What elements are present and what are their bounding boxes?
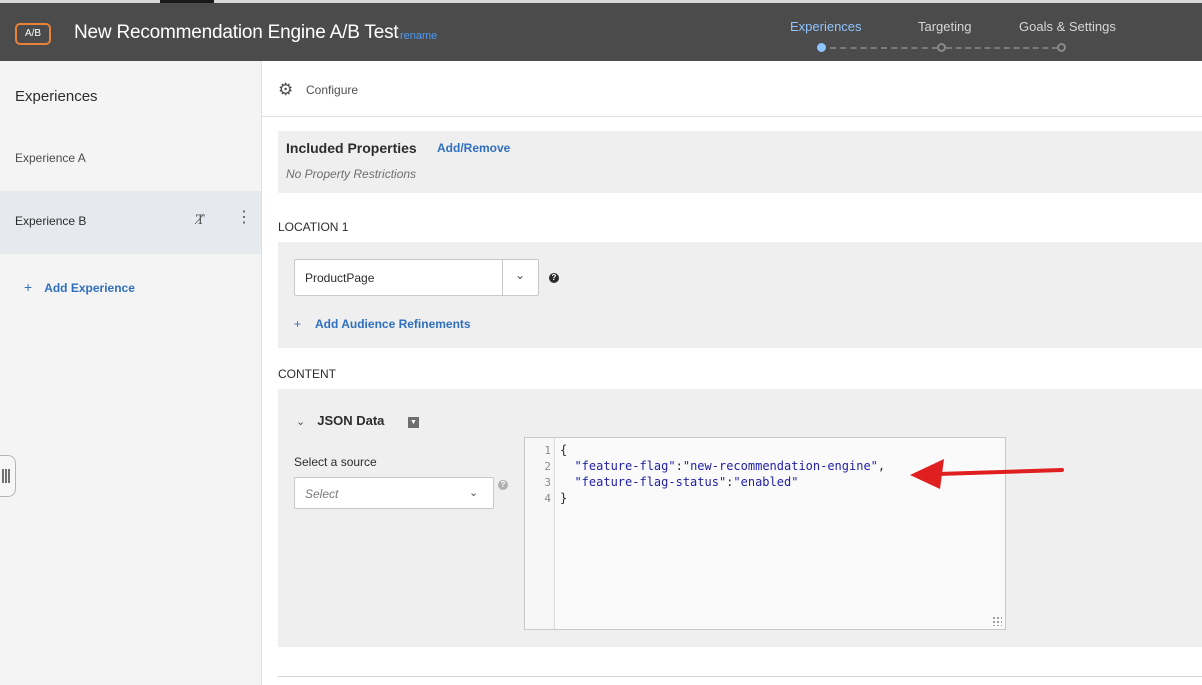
workflow-steps: Experiences Targeting Goals & Settings [770,19,1130,59]
plus-icon: + [24,279,33,295]
add-audience-refinements-button[interactable]: + Add Audience Refinements [294,317,471,331]
source-select-placeholder: Select [305,487,339,501]
main-panel: ⚙ Configure Included Properties Add/Remo… [262,61,1202,685]
chevron-down-icon[interactable]: ⌄ [515,268,525,282]
add-remove-link[interactable]: Add/Remove [437,141,510,155]
resize-grip-icon[interactable] [992,616,1002,626]
sidebar-title: Experiences [15,88,98,105]
step-dot-goals-settings[interactable] [1057,43,1066,52]
json-key: "feature-flag-status" [574,475,727,489]
add-experience-button[interactable]: + Add Experience [24,279,135,295]
ab-test-badge: A/B [15,23,51,45]
arrow-shaft [936,468,1064,476]
sidebar-item-experience-a[interactable]: Experience A [0,128,261,191]
text-edit-icon[interactable]: T̸ [196,213,205,228]
help-icon[interactable]: ? [549,273,559,283]
code-line: "feature-flag":"new-recommendation-engin… [574,459,886,473]
code-line: { [560,443,568,457]
chevron-down-icon: ⌄ [296,416,306,428]
annotation-arrow [910,459,1064,489]
code-line: } [560,491,568,505]
step-dot-targeting[interactable] [937,43,946,52]
help-icon[interactable]: ? [498,480,508,490]
configure-label[interactable]: Configure [306,83,358,97]
source-label: Select a source [294,455,377,469]
step-dot-experiences[interactable] [817,43,826,52]
line-number: 4 [544,492,551,505]
location-select[interactable]: ProductPage ⌄ [294,259,539,296]
chevron-down-icon: ⌄ [469,487,479,499]
sidebar-item-experience-b[interactable]: Experience B T̸ ⋮ [0,191,261,254]
step-connector [830,47,938,49]
sidebar-item-label: Experience A [15,151,86,165]
app-header: A/B New Recommendation Engine A/B Test r… [0,0,1202,61]
add-experience-label: Add Experience [44,281,135,295]
step-targeting[interactable]: Targeting [918,19,971,34]
json-separator: , [877,459,886,473]
header-tab-marker [160,0,214,3]
json-data-toggle[interactable]: ⌄ JSON Data [296,413,384,428]
experiences-sidebar: Experiences Experience A Experience B T̸… [0,61,262,685]
rename-link[interactable]: rename [400,30,437,42]
gear-icon[interactable]: ⚙ [278,81,293,98]
step-goals-settings[interactable]: Goals & Settings [1019,19,1116,34]
line-number: 1 [544,444,551,457]
json-value: "new-recommendation-engine" [682,459,878,473]
location-panel: ProductPage ⌄ ? + Add Audience Refinement… [278,242,1202,348]
location-select-value: ProductPage [305,271,375,285]
step-experiences[interactable]: Experiences [790,19,862,34]
activity-title: New Recommendation Engine A/B Test [74,22,399,43]
plus-icon: + [294,317,302,331]
line-number: 3 [544,476,551,489]
line-number-gutter: 1 2 3 4 [525,438,555,629]
sidebar-collapse-handle[interactable] [0,455,16,497]
divider [278,676,1202,677]
json-value: "enabled" [733,475,799,489]
json-data-title: JSON Data [317,413,385,428]
content-panel: ⌄ JSON Data ▼ Select a source Select ⌄ ? … [278,389,1202,647]
included-properties-title: Included Properties [286,140,417,156]
arrow-head [910,459,944,489]
grip-icon [5,469,7,483]
dropdown-menu-icon[interactable]: ▼ [408,417,419,428]
sidebar-item-label: Experience B [15,214,87,228]
included-properties-panel: Included Properties Add/Remove No Proper… [278,131,1202,193]
configure-bar: ⚙ Configure [262,61,1202,117]
step-connector [946,47,1058,49]
refinements-label: Add Audience Refinements [315,317,471,331]
property-restrictions-text: No Property Restrictions [286,167,417,181]
line-number: 2 [544,460,551,473]
more-options-icon[interactable]: ⋮ [236,210,252,226]
content-label: CONTENT [278,367,336,381]
json-key: "feature-flag" [574,459,676,473]
location-label: LOCATION 1 [278,220,349,234]
select-divider [502,260,503,295]
source-select[interactable]: Select ⌄ [294,477,494,509]
code-line: "feature-flag-status":"enabled" [574,475,799,489]
